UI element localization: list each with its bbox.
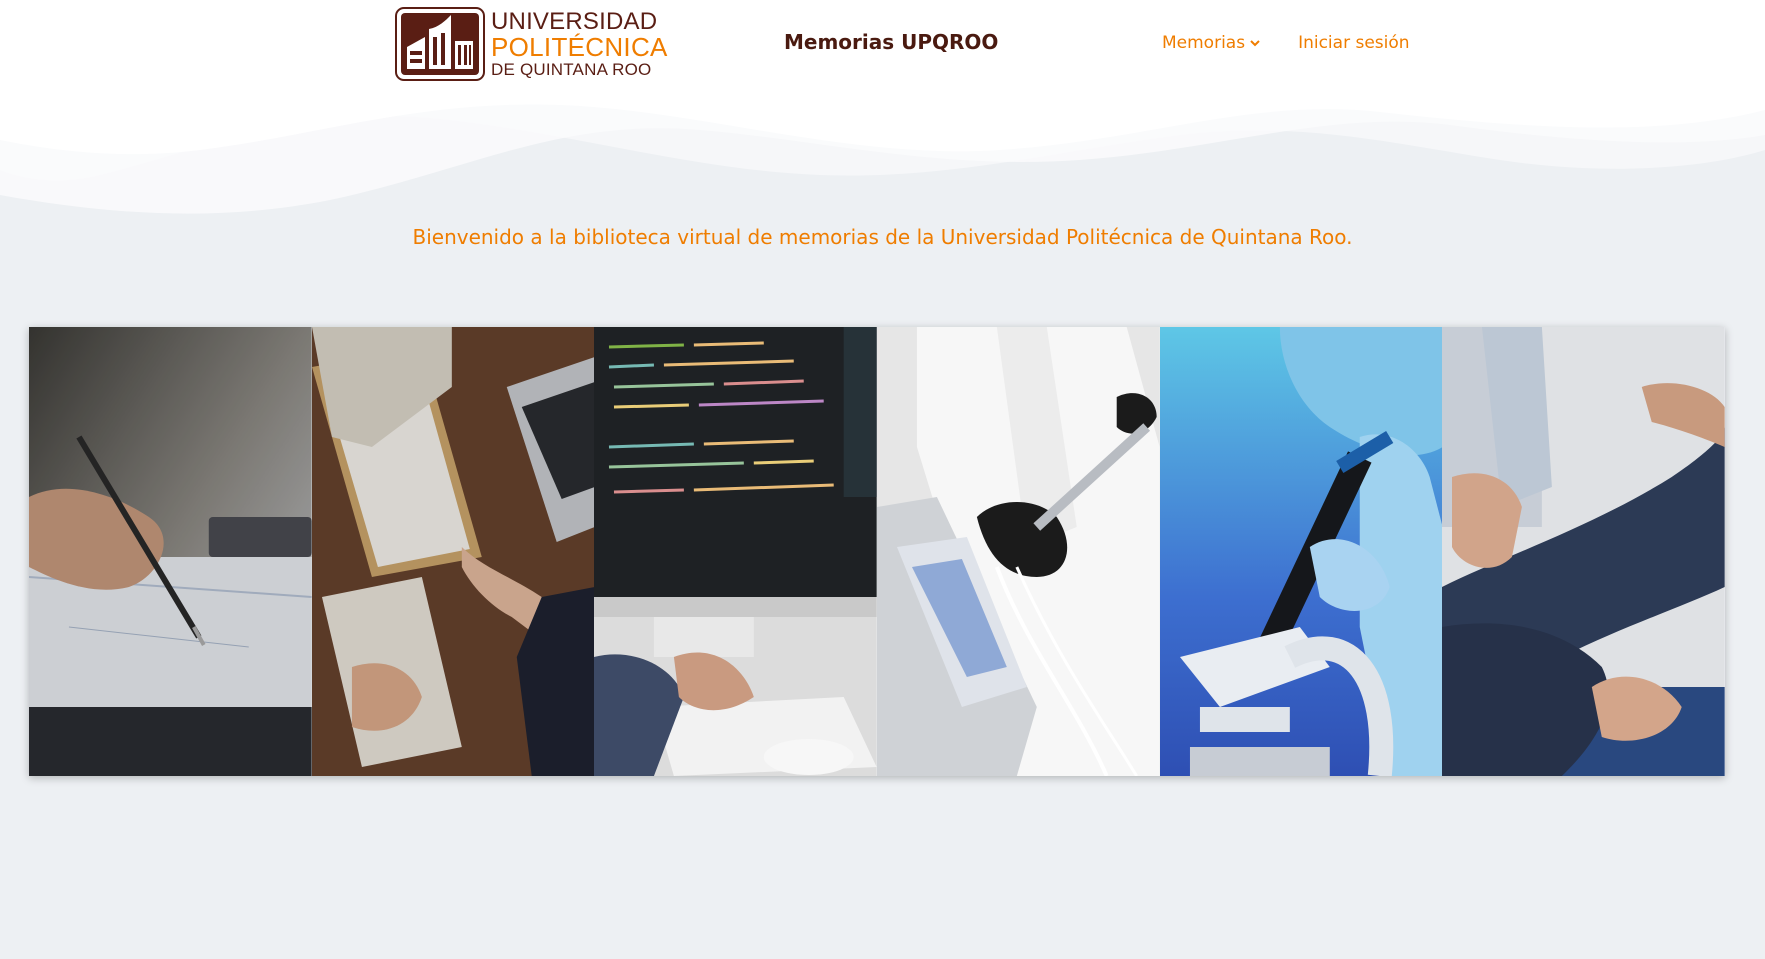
career-image-gallery	[29, 327, 1725, 776]
dental-instrument-photo	[876, 327, 1160, 776]
gallery-panel-finance[interactable]	[29, 327, 312, 776]
logo-line-politecnica: POLITÉCNICA	[491, 32, 668, 63]
programming-computer-photo	[594, 327, 877, 776]
nav-memorias-label: Memorias	[1162, 33, 1246, 53]
gallery-panel-business[interactable]	[311, 327, 595, 776]
university-logo[interactable]: UNIVERSIDAD POLITÉCNICA DE QUINTANA ROO	[395, 6, 667, 82]
logo-line-quintana-roo: DE QUINTANA ROO	[491, 60, 652, 80]
header: UNIVERSIDAD POLITÉCNICA DE QUINTANA ROO …	[0, 0, 1765, 100]
main-nav: Memorias Iniciar sesión	[1162, 33, 1410, 53]
welcome-message: Bienvenido a la biblioteca virtual de me…	[412, 225, 1353, 249]
logo-line-universidad: UNIVERSIDAD	[491, 7, 658, 35]
chevron-down-icon	[1250, 39, 1260, 46]
nav-memorias-dropdown[interactable]: Memorias	[1162, 33, 1260, 53]
physiotherapy-photo	[1442, 327, 1725, 776]
gallery-panel-physiotherapy[interactable]	[1442, 327, 1725, 776]
nav-login-link[interactable]: Iniciar sesión	[1298, 33, 1409, 53]
gallery-panel-programming[interactable]	[594, 327, 877, 776]
finance-document-photo	[29, 327, 312, 776]
microscope-lab-photo	[1159, 327, 1443, 776]
business-handshake-photo	[311, 327, 595, 776]
university-building-logo-icon	[395, 7, 485, 81]
gallery-panel-laboratory[interactable]	[1159, 327, 1443, 776]
gallery-panel-dental[interactable]	[876, 327, 1160, 776]
site-title[interactable]: Memorias UPQROO	[784, 30, 998, 54]
